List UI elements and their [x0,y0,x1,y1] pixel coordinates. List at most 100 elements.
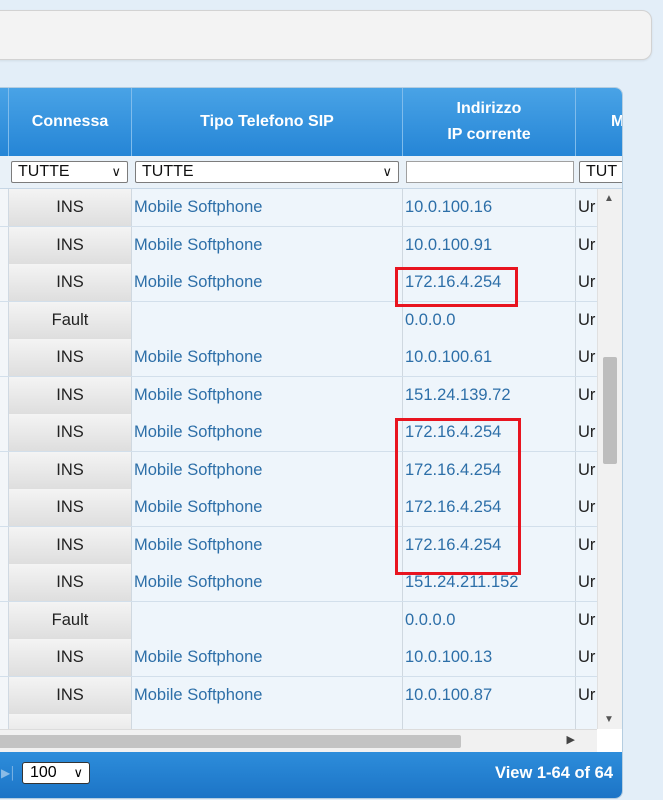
header-stub [0,88,9,156]
table-row[interactable]: Fault 0.0.0.0 Ur [0,601,597,640]
filter-partial-value: TUT [586,163,618,180]
vertical-scrollbar[interactable]: ▲ ▼ [597,189,622,729]
chevron-down-icon: ∨ [382,164,392,179]
cell-ip[interactable]: 10.0.100.61 [403,339,576,376]
row-stub [0,189,9,226]
vertical-scroll-thumb[interactable] [603,357,617,464]
table-row[interactable]: INS Mobile Softphone 172.16.4.254 Ur [0,489,597,527]
cell-partial: Ur [576,264,597,301]
filter-ip-input[interactable] [406,161,574,183]
row-stub [0,451,9,489]
cell-tipo[interactable]: Mobile Softphone [132,489,403,526]
cell-tipo[interactable]: Mobile Softphone [132,676,403,714]
cell-partial: Ur [576,414,597,451]
cell-partial: Ur [576,639,597,676]
row-stub [0,564,9,601]
table-row[interactable]: INS Mobile Softphone 151.24.211.152 Ur [0,564,597,602]
cell-partial: Ur [576,564,597,601]
cell-tipo[interactable]: Mobile Softphone [132,339,403,376]
table-row-partial [0,714,597,729]
page-size-select[interactable]: 100 ∨ [22,762,90,784]
table-row[interactable]: INS Mobile Softphone 10.0.100.16 Ur [0,189,597,227]
cell-partial: Ur [576,451,597,489]
table-row[interactable]: INS Mobile Softphone 172.16.4.254 Ur [0,451,597,490]
cell-partial: Ur [576,526,597,564]
cell-tipo[interactable]: Mobile Softphone [132,189,403,226]
filter-partial-select[interactable]: TUT [579,161,622,183]
row-stub [0,714,9,729]
header-indirizzo-line1: Indirizzo [456,100,522,117]
header-partial-label: M [611,113,623,130]
table-row[interactable]: INS Mobile Softphone 151.24.139.72 Ur [0,376,597,415]
table-row[interactable]: INS Mobile Softphone 10.0.100.87 Ur [0,676,597,715]
cell-connessa [9,714,132,729]
cell-tipo[interactable]: Mobile Softphone [132,226,403,264]
scroll-right-arrow-icon[interactable]: ▶ [567,733,575,746]
cell-connessa: Fault [9,301,132,339]
cell-ip[interactable]: 0.0.0.0 [403,601,576,639]
row-stub [0,414,9,451]
cell-ip[interactable]: 10.0.100.13 [403,639,576,676]
grid-panel: Connessa Tipo Telefono SIP Indirizzo IP … [0,87,623,799]
horizontal-scroll-thumb[interactable] [0,735,461,748]
header-indirizzo-ip[interactable]: Indirizzo IP corrente [403,88,576,156]
header-connessa-label: Connessa [31,113,109,130]
cell-tipo[interactable]: Mobile Softphone [132,526,403,564]
cell-partial: Ur [576,376,597,414]
header-tipo-telefono[interactable]: Tipo Telefono SIP [132,88,403,156]
header-tipo-telefono-label: Tipo Telefono SIP [200,113,334,130]
table-row[interactable]: INS Mobile Softphone 10.0.100.91 Ur [0,226,597,265]
row-stub [0,601,9,639]
cell-connessa: INS [9,264,132,301]
cell-ip[interactable]: 172.16.4.254 [403,489,576,526]
cell-ip[interactable]: 172.16.4.254 [403,264,576,301]
row-stub [0,639,9,676]
table-row[interactable]: INS Mobile Softphone 10.0.100.61 Ur [0,339,597,377]
last-page-icon[interactable]: ▶│ [1,766,17,780]
cell-ip[interactable]: 0.0.0.0 [403,301,576,339]
cell-tipo[interactable]: Mobile Softphone [132,414,403,451]
cell-tipo[interactable] [132,301,403,339]
filter-tipo-select[interactable]: TUTTE ∨ [135,161,399,183]
cell-tipo[interactable]: Mobile Softphone [132,639,403,676]
table-row[interactable]: Fault 0.0.0.0 Ur [0,301,597,340]
cell-ip[interactable]: 172.16.4.254 [403,414,576,451]
cell-tipo[interactable]: Mobile Softphone [132,564,403,601]
cell-connessa: INS [9,451,132,489]
row-stub [0,339,9,376]
cell-ip[interactable]: 172.16.4.254 [403,451,576,489]
cell-connessa: INS [9,376,132,414]
cell-tipo[interactable]: Mobile Softphone [132,451,403,489]
cell-ip[interactable]: 10.0.100.91 [403,226,576,264]
chevron-down-icon: ∨ [73,765,83,780]
cell-ip[interactable]: 10.0.100.87 [403,676,576,714]
header-partial-column[interactable]: M [576,88,623,156]
cell-tipo[interactable]: Mobile Softphone [132,376,403,414]
cell-ip[interactable]: 10.0.100.16 [403,189,576,226]
filter-row: TUTTE ∨ TUTTE ∨ TUT [0,156,622,189]
cell-ip[interactable]: 172.16.4.254 [403,526,576,564]
scroll-up-arrow-icon[interactable]: ▲ [604,193,614,204]
cell-partial: Ur [576,226,597,264]
scroll-down-arrow-icon[interactable]: ▼ [604,714,614,725]
cell-connessa: INS [9,564,132,601]
page-size-value: 100 [30,764,57,781]
filter-connessa-value: TUTTE [18,163,70,180]
cell-connessa: INS [9,339,132,376]
cell-tipo[interactable] [132,601,403,639]
table-row[interactable]: INS Mobile Softphone 172.16.4.254 Ur [0,264,597,302]
row-stub [0,676,9,714]
cell-ip[interactable]: 151.24.211.152 [403,564,576,601]
table-row[interactable]: INS Mobile Softphone 172.16.4.254 Ur [0,526,597,565]
row-stub [0,301,9,339]
filter-connessa-select[interactable]: TUTTE ∨ [11,161,128,183]
cell-ip[interactable]: 151.24.139.72 [403,376,576,414]
cell-partial: Ur [576,339,597,376]
horizontal-scrollbar[interactable]: ▶ [0,729,597,753]
header-indirizzo-line2: IP corrente [447,126,531,143]
table-row[interactable]: INS Mobile Softphone 10.0.100.13 Ur [0,639,597,677]
table-row[interactable]: INS Mobile Softphone 172.16.4.254 Ur [0,414,597,452]
header-connessa[interactable]: Connessa [9,88,132,156]
cell-tipo[interactable]: Mobile Softphone [132,264,403,301]
cell-ip [403,714,576,729]
